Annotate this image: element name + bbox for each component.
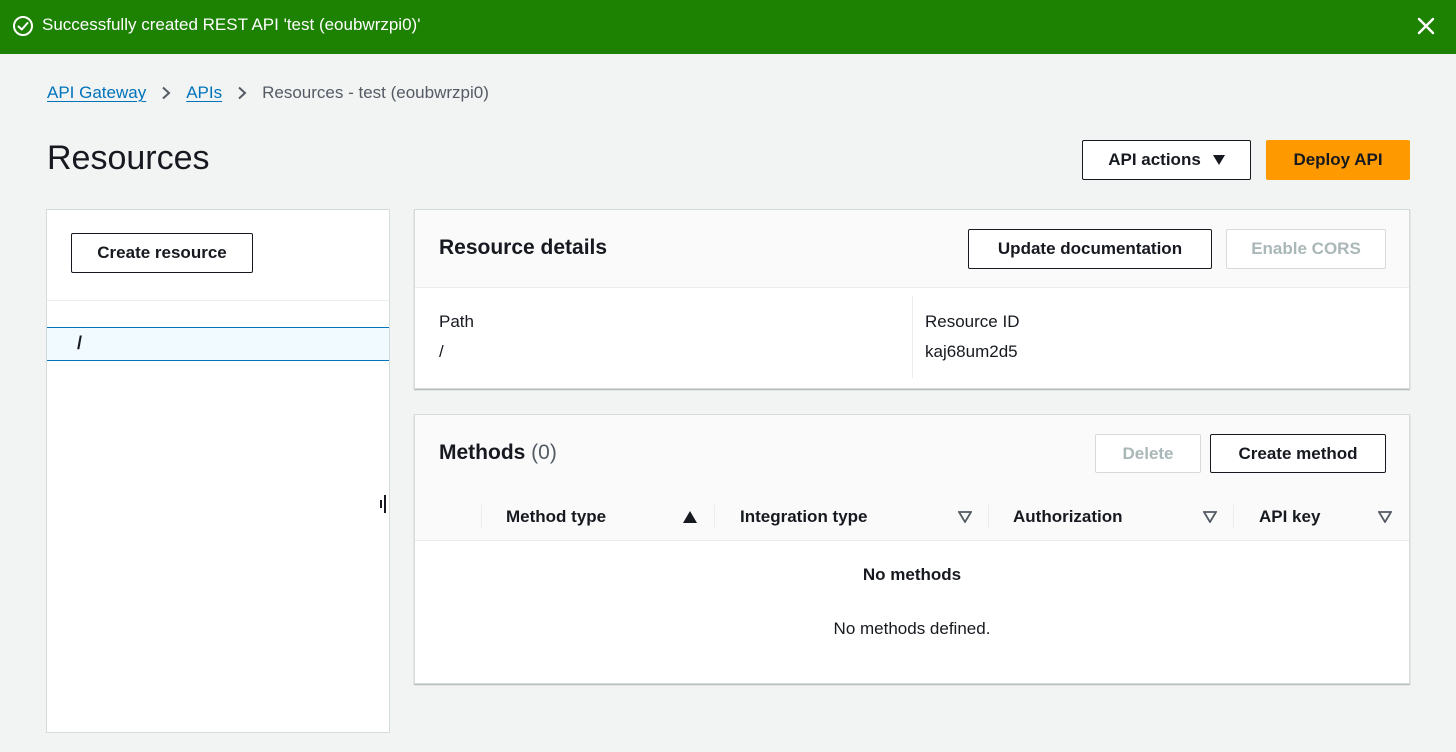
column-authorization[interactable]: Authorization [1013, 493, 1217, 541]
panel-resize-handle[interactable] [380, 495, 386, 513]
column-label: Integration type [740, 507, 868, 526]
resource-details-card: Resource details Update documentation En… [414, 209, 1410, 389]
resource-id-label: Resource ID [925, 312, 1020, 331]
methods-table-header: Method type Integration type Authorizati… [415, 493, 1409, 541]
methods-title-text: Methods [439, 441, 526, 464]
divider [47, 300, 389, 301]
create-method-button[interactable]: Create method [1210, 434, 1386, 473]
sort-caret-down-icon [1203, 511, 1217, 523]
check-circle-icon [13, 16, 33, 36]
column-separator [988, 505, 989, 529]
resource-id-value: kaj68um2d5 [925, 342, 1018, 361]
deploy-api-button[interactable]: Deploy API [1266, 140, 1410, 180]
path-label: Path [439, 312, 474, 331]
column-label: Authorization [1013, 507, 1123, 526]
column-separator [1233, 505, 1234, 529]
resource-details-header: Resource details Update documentation En… [415, 210, 1409, 288]
update-documentation-button[interactable]: Update documentation [968, 229, 1212, 269]
caret-down-icon [1212, 155, 1225, 165]
methods-title: Methods (0) [439, 439, 557, 467]
methods-card: Methods (0) Delete Create method Method … [414, 414, 1410, 684]
column-api-key[interactable]: API key [1259, 493, 1392, 541]
breadcrumb-current: Resources - test (eoubwrzpi0) [262, 83, 489, 102]
empty-state-title: No methods [862, 565, 962, 584]
sort-ascending-icon [683, 511, 697, 523]
tree-item-root[interactable]: / [47, 327, 389, 361]
resource-tree-panel: Create resource / [46, 209, 390, 733]
column-label: Method type [506, 507, 607, 526]
column-integration-type[interactable]: Integration type [740, 493, 972, 541]
api-actions-label: API actions [1108, 150, 1201, 169]
path-value: / [439, 342, 444, 361]
breadcrumb: API Gateway APIs Resources - test (eoubw… [47, 80, 489, 106]
flash-message: Successfully created REST API 'test (eou… [42, 15, 421, 34]
api-actions-button[interactable]: API actions [1082, 140, 1251, 180]
methods-count: (0) [531, 441, 557, 464]
breadcrumb-api-gateway[interactable]: API Gateway [47, 83, 146, 103]
divider [912, 296, 913, 378]
column-separator [714, 505, 715, 529]
column-method-type[interactable]: Method type [506, 493, 697, 541]
delete-button[interactable]: Delete [1095, 434, 1201, 473]
close-icon[interactable] [1414, 14, 1438, 38]
sort-caret-down-icon [1378, 511, 1392, 523]
enable-cors-button[interactable]: Enable CORS [1226, 229, 1386, 269]
column-label: API key [1259, 507, 1321, 526]
empty-state-description: No methods defined. [833, 619, 991, 638]
resource-details-title: Resource details [439, 236, 608, 259]
chevron-right-icon [238, 86, 247, 100]
breadcrumb-apis[interactable]: APIs [186, 83, 222, 103]
create-resource-button[interactable]: Create resource [71, 233, 253, 273]
column-separator [481, 505, 482, 529]
success-flash-banner: Successfully created REST API 'test (eou… [0, 0, 1456, 54]
chevron-right-icon [162, 86, 171, 100]
sort-caret-down-icon [958, 511, 972, 523]
methods-header: Methods (0) Delete Create method [415, 415, 1409, 493]
page-title: Resources [47, 139, 210, 177]
